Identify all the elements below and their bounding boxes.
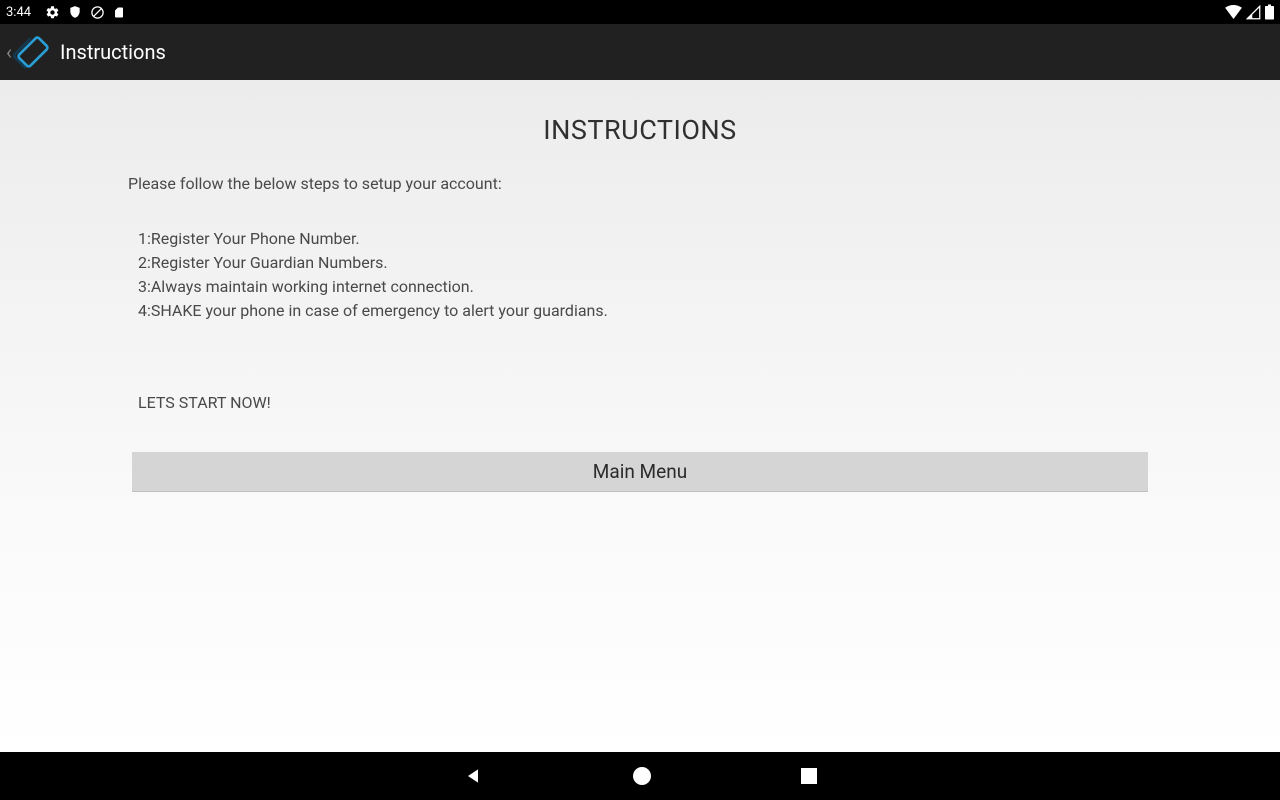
sd-card-icon bbox=[113, 5, 125, 20]
intro-text: Please follow the below steps to setup y… bbox=[128, 174, 1152, 193]
content-inner: INSTRUCTIONS Please follow the below ste… bbox=[0, 80, 1280, 412]
shield-icon bbox=[68, 5, 82, 19]
no-circle-icon bbox=[90, 5, 105, 20]
cell-signal-icon bbox=[1246, 5, 1261, 20]
step-4: 4:SHAKE your phone in case of emergency … bbox=[138, 299, 1152, 323]
step-1: 1:Register Your Phone Number. bbox=[138, 227, 1152, 251]
nav-home-icon[interactable] bbox=[633, 767, 651, 785]
page-title: INSTRUCTIONS bbox=[128, 114, 1152, 146]
status-bar-left: 3:44 bbox=[6, 5, 125, 20]
nav-recents-icon[interactable] bbox=[801, 768, 817, 784]
status-bar-right bbox=[1225, 4, 1274, 20]
status-time: 3:44 bbox=[6, 5, 31, 20]
main-menu-button[interactable]: Main Menu bbox=[132, 452, 1148, 492]
wifi-icon bbox=[1225, 5, 1242, 19]
app-logo-icon[interactable] bbox=[12, 31, 54, 73]
action-bar-title: Instructions bbox=[60, 40, 166, 64]
battery-icon bbox=[1265, 4, 1274, 20]
app-action-bar: ‹ Instructions bbox=[0, 24, 1280, 80]
nav-back-icon[interactable] bbox=[463, 766, 483, 786]
step-2: 2:Register Your Guardian Numbers. bbox=[138, 251, 1152, 275]
steps-list: 1:Register Your Phone Number. 2:Register… bbox=[138, 227, 1152, 323]
android-status-bar: 3:44 bbox=[0, 0, 1280, 24]
step-3: 3:Always maintain working internet conne… bbox=[138, 275, 1152, 299]
content-area: INSTRUCTIONS Please follow the below ste… bbox=[0, 80, 1280, 752]
android-nav-bar bbox=[0, 752, 1280, 800]
start-now-text: LETS START NOW! bbox=[138, 393, 1152, 412]
gear-icon bbox=[45, 5, 60, 20]
